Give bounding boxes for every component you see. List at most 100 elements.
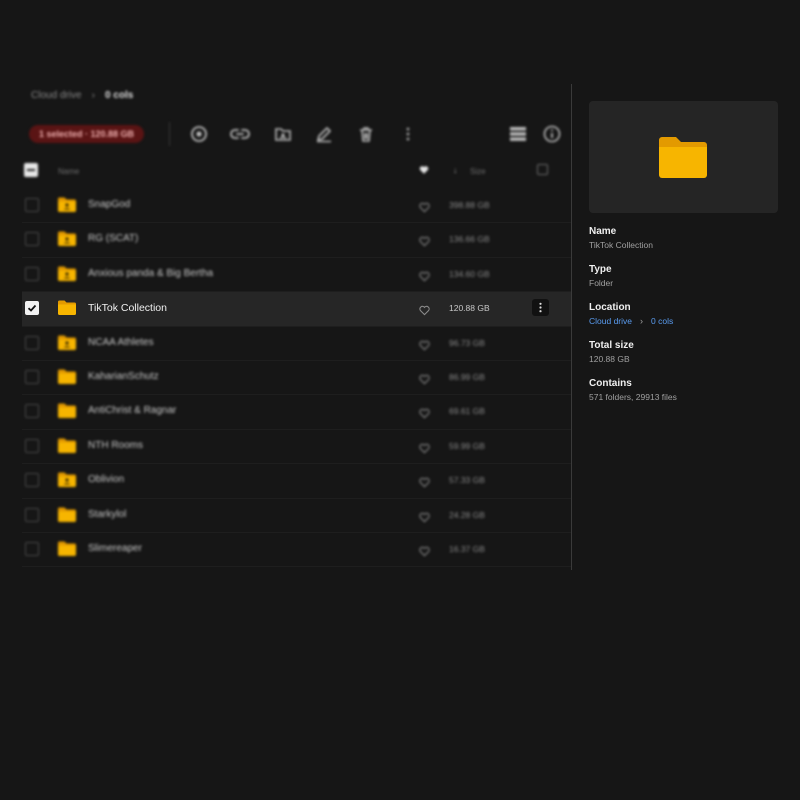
detail-type: Type Folder [589,264,779,288]
select-all-checkbox[interactable] [24,163,38,177]
more-vertical-icon[interactable] [398,124,418,144]
heart-icon[interactable] [419,303,430,316]
row-name[interactable]: KaharianSchutz [88,371,159,382]
chevron-right-icon: › [640,316,643,326]
row-name[interactable]: NCAA Athletes [88,337,154,348]
row-checkbox[interactable] [25,335,39,350]
columns-settings-icon[interactable] [537,164,548,175]
link-icon[interactable] [230,124,250,144]
shared-folder-icon [58,231,76,247]
table-row[interactable]: NCAA Athletes 96.73 GB [22,327,571,361]
row-size: 398.88 GB [449,200,490,210]
row-checkbox[interactable] [25,507,39,522]
detail-name: Name TikTok Collection [589,226,779,250]
folder-icon [58,507,76,522]
share-icon[interactable] [189,124,209,144]
heart-icon[interactable] [419,544,430,557]
row-name[interactable]: Slimereaper [88,543,142,554]
breadcrumb-root[interactable]: Cloud drive [31,90,82,101]
row-checkbox[interactable] [25,369,39,384]
chevron-right-icon: › [91,90,95,101]
list-view-icon[interactable] [508,124,528,144]
heart-icon[interactable] [419,269,430,282]
row-size: 57.33 GB [449,475,485,486]
detail-location: Location Cloud drive › 0 cols [589,302,779,326]
heart-icon[interactable] [419,475,430,488]
table-row[interactable]: AntiChrist & Ragnar 69.61 GB [22,395,571,430]
row-checkbox[interactable] [25,266,39,281]
folder-icon [58,403,76,419]
selection-badge[interactable]: 1 selected · 120.88 GB [29,125,145,143]
column-header-name[interactable]: Name [58,167,79,176]
row-checkbox[interactable] [25,301,39,316]
row-size: 96.73 GB [449,337,485,348]
detail-contains: Contains 571 folders, 29913 files [589,378,779,402]
toolbar-divider [169,122,170,146]
row-checkbox[interactable] [25,198,39,212]
row-checkbox[interactable] [25,232,39,247]
sort-arrow-down-icon[interactable]: ↓ [453,165,458,175]
folder-icon [58,541,76,556]
row-name[interactable]: Anxious panda & Big Bertha [88,268,213,279]
heart-icon[interactable] [419,441,430,454]
row-name[interactable]: Oblivion [88,474,124,485]
shared-folder-icon [58,335,76,350]
table-row[interactable]: RG (SCAT) 136.66 GB [22,223,571,258]
heart-icon[interactable] [419,372,430,385]
row-checkbox[interactable] [25,541,39,556]
detail-contains-value: 571 folders, 29913 files [589,392,677,402]
rename-pencil-icon[interactable] [314,124,334,144]
table-row[interactable]: KaharianSchutz 86.99 GB [22,361,571,396]
row-name[interactable]: NTH Rooms [88,440,143,451]
file-browser-pane: Cloud drive › 0 cols 1 selected · 120.88… [22,84,571,568]
row-name[interactable]: AntiChrist & Ragnar [88,405,176,416]
row-size: 69.61 GB [449,406,485,417]
folder-icon [58,369,76,384]
trash-icon[interactable] [356,124,376,144]
detail-type-value: Folder [589,278,614,288]
folder-large-icon [659,137,707,178]
row-size: 86.99 GB [449,371,485,382]
detail-total-size: Total size 120.88 GB [589,340,779,364]
share-folder-icon[interactable] [273,124,293,144]
row-name[interactable]: Starkylol [88,509,126,520]
row-size: 136.66 GB [449,234,490,245]
table-row[interactable]: Oblivion 57.33 GB [22,464,571,499]
table-row[interactable]: TikTok Collection 120.88 GB [22,292,571,327]
location-link-root[interactable]: Cloud drive [589,316,632,326]
row-size: 59.99 GB [449,440,485,451]
file-list: SnapGod 398.88 GB RG (SCAT) 136.66 GB Anxiou… [22,189,571,568]
table-row[interactable]: NTH Rooms 59.99 GB [22,430,571,465]
row-size: 24.28 GB [449,509,485,520]
heart-icon[interactable] [419,200,430,213]
table-row[interactable]: SnapGod 398.88 GB [22,189,571,224]
detail-name-value: TikTok Collection [589,240,653,250]
folder-preview [589,101,778,213]
info-icon[interactable] [542,124,562,144]
row-checkbox[interactable] [25,473,39,488]
row-size: 134.60 GB [449,268,490,279]
favourite-column-icon[interactable] [419,165,429,175]
folder-icon [58,300,76,316]
table-header: Name ↓ Size [22,159,571,183]
selection-toolbar: 1 selected · 120.88 GB [27,122,571,148]
details-panel: Name TikTok Collection Type Folder Locat… [589,101,779,402]
heart-icon[interactable] [419,234,430,247]
row-name[interactable]: SnapGod [88,199,130,210]
row-name[interactable]: RG (SCAT) [88,233,138,244]
heart-icon[interactable] [419,338,430,350]
column-header-size[interactable]: Size [470,167,486,176]
heart-icon[interactable] [419,510,430,522]
table-row[interactable]: Slimereaper 16.37 GB [22,533,571,568]
location-link-current[interactable]: 0 cols [651,316,673,326]
row-size: 16.37 GB [449,543,485,554]
table-row[interactable]: Starkylol 24.28 GB [22,499,571,533]
breadcrumb: Cloud drive › 0 cols [31,90,133,101]
row-name[interactable]: TikTok Collection [88,302,167,314]
table-row[interactable]: Anxious panda & Big Bertha 134.60 GB [22,258,571,293]
heart-icon[interactable] [419,406,430,419]
row-checkbox[interactable] [25,404,39,419]
row-more-icon[interactable] [532,299,549,317]
row-checkbox[interactable] [25,438,39,453]
breadcrumb-current: 0 cols [104,90,134,101]
